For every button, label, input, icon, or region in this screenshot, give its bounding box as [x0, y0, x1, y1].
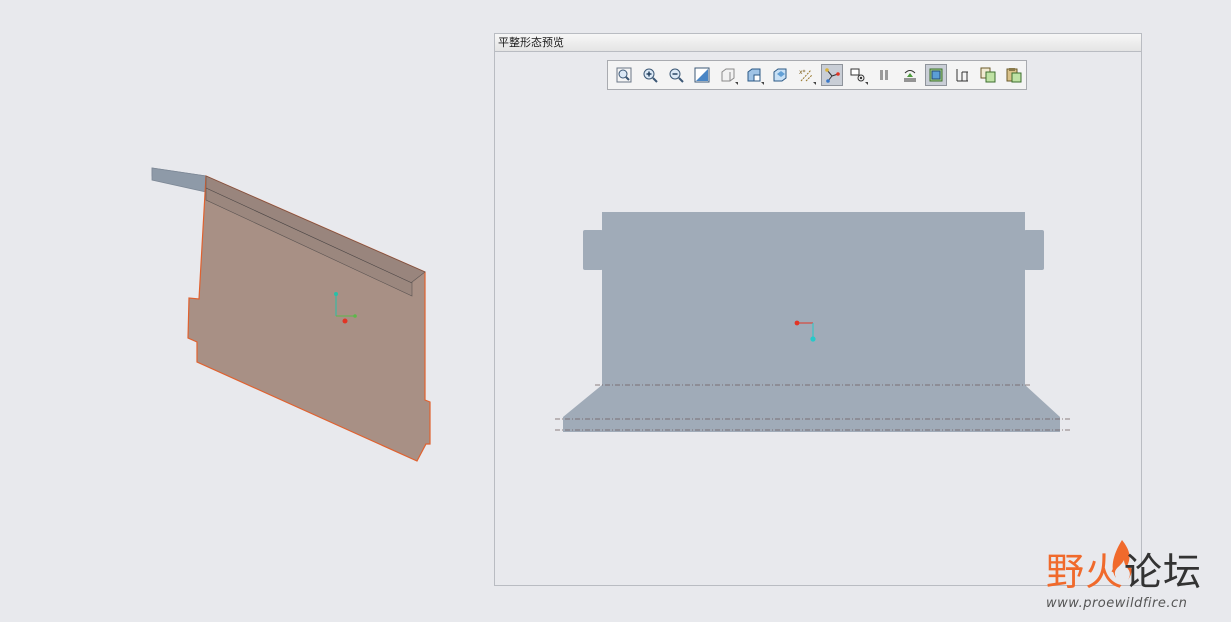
sheetmetal-part-3d[interactable]	[0, 0, 490, 622]
flat-pattern-shape	[563, 212, 1060, 432]
bend-lines-icon	[929, 68, 943, 82]
display-style-icon	[747, 68, 761, 82]
part-main-face	[187, 175, 431, 462]
annotation-display-button[interactable]	[847, 64, 869, 86]
copy-button[interactable]	[977, 64, 999, 86]
paste-button[interactable]	[1003, 64, 1025, 86]
flat-pattern-canvas[interactable]	[495, 52, 1141, 585]
watermark-brand-part1: 野火	[1046, 550, 1125, 594]
forum-watermark: 野火论坛 www.proewildfire.cn	[1040, 538, 1230, 618]
refit-icon	[616, 67, 632, 83]
csys-display-icon	[825, 68, 840, 83]
saved-orientations-button[interactable]	[717, 64, 739, 86]
zoom-out-icon	[669, 68, 684, 83]
copy-icon	[980, 67, 996, 83]
refit-button[interactable]	[613, 64, 635, 86]
csys-display-button[interactable]	[821, 64, 843, 86]
display-style-button[interactable]	[743, 64, 765, 86]
zoom-in-icon	[643, 68, 658, 83]
paste-icon	[1006, 68, 1022, 83]
zoom-in-button[interactable]	[639, 64, 661, 86]
watermark-brand: 野火论坛	[1046, 550, 1202, 594]
flat-pattern-preview-window[interactable]: 平整形态预览 x*	[494, 33, 1142, 586]
datum-display-icon: x*	[799, 69, 813, 82]
saved-orientations-icon	[721, 68, 735, 82]
watermark-brand-part2: 论坛	[1124, 550, 1203, 594]
model-viewport[interactable]	[0, 0, 490, 622]
spin-center-button[interactable]	[899, 64, 921, 86]
flange-side	[151, 167, 207, 193]
pause-icon	[880, 70, 888, 80]
spin-center-icon	[904, 70, 916, 82]
pause-button[interactable]	[873, 64, 895, 86]
preview-window-title: 平整形态预览	[495, 34, 1141, 52]
svg-text:x*: x*	[799, 69, 806, 76]
repaint-button[interactable]	[691, 64, 713, 86]
dimension-icon	[956, 69, 968, 82]
datum-display-button[interactable]: x*	[795, 64, 817, 86]
view-manager-button[interactable]	[769, 64, 791, 86]
bend-lines-button[interactable]	[925, 64, 947, 86]
watermark-url: www.proewildfire.cn	[1046, 596, 1188, 611]
dimension-button[interactable]	[951, 64, 973, 86]
zoom-out-button[interactable]	[665, 64, 687, 86]
annotation-display-icon	[850, 68, 865, 82]
preview-toolbar: x*	[607, 60, 1027, 90]
repaint-icon	[694, 67, 710, 83]
view-manager-icon	[773, 68, 787, 82]
